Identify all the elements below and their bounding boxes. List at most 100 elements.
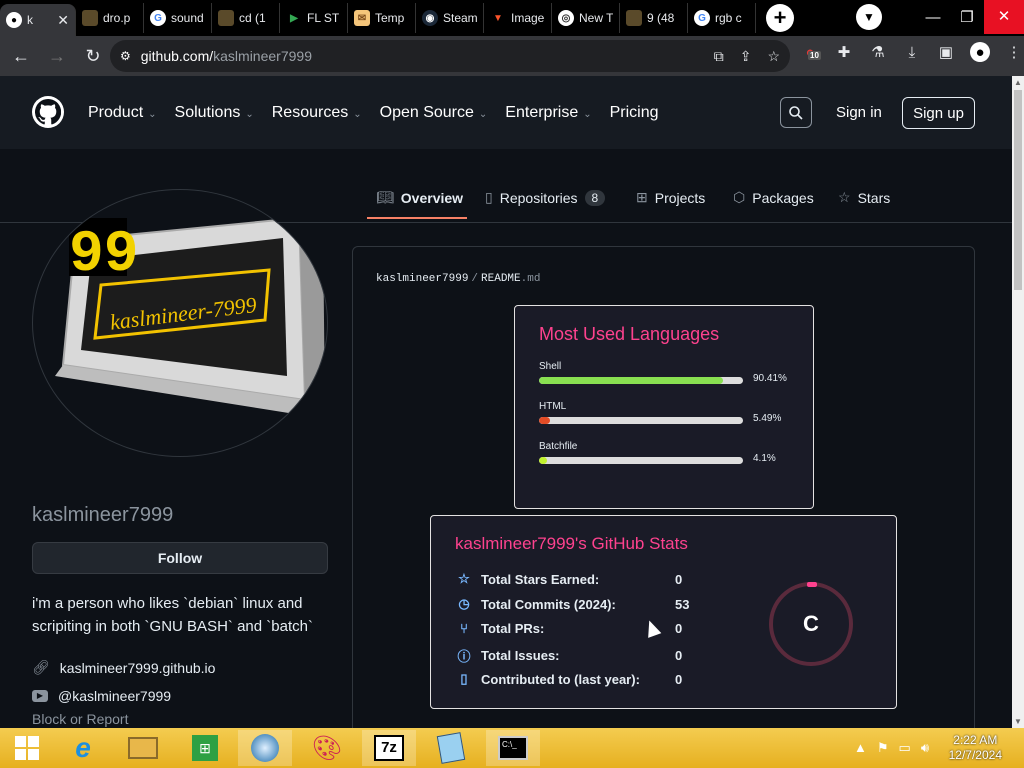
minimize-button[interactable]: — [916,9,950,26]
notepad-icon[interactable] [424,730,478,766]
github-header: Product ⌄ Solutions ⌄ Resources ⌄ Open Sour… [0,76,1012,149]
nav-resources[interactable]: Resources ⌄ [272,104,362,122]
repo-count-badge: 8 [584,189,606,206]
table-icon: ⊞ [636,189,648,205]
clock-time: 2:22 AM [953,733,998,747]
tab-projects[interactable]: ⊞ Projects [636,189,705,206]
download-icon[interactable]: ⤓ [902,42,922,62]
steam-icon: ◉ [422,10,438,26]
tab-8[interactable]: ▼ Image [484,3,552,33]
nav-product[interactable]: Product ⌄ [88,104,157,122]
scroll-down-arrow-icon[interactable]: ▼ [1014,717,1022,726]
paint-icon[interactable]: 🎨︎ [300,730,354,766]
install-icon[interactable]: ⧉ [714,48,724,65]
follow-button[interactable]: Follow [32,542,328,574]
tab-6[interactable]: ✉ Temp [348,3,416,33]
avatar[interactable]: 99 kaslmineer-7999 [32,189,328,457]
readme-file-link[interactable]: README [481,273,521,285]
octocat-icon [35,99,61,125]
url-host: github.com/ [140,48,214,64]
tab-stars[interactable]: ☆ Stars [838,189,890,206]
tab-4[interactable]: cd (1 [212,3,280,33]
tab-3[interactable]: Gsound [144,3,212,33]
nav-open-source[interactable]: Open Source ⌄ [380,104,488,122]
language-percent: 5.49% [753,413,782,424]
tab-7[interactable]: ◉ Steam [416,3,484,33]
terminal-icon[interactable]: C:\_ [486,730,540,766]
site-info-icon[interactable]: ⚙ [120,49,131,63]
youtube-link[interactable]: ▶ @kaslmineer7999 [32,688,171,704]
close-tab-icon[interactable]: ✕ [57,12,69,29]
extension-badge-icon[interactable]: ●10 [800,42,821,62]
stat-row: ◷ Total Commits (2024): 53 [455,596,689,612]
profile-icon[interactable]: ● [970,42,990,62]
tab-github[interactable]: ● k ✕ [0,4,76,36]
language-percent: 90.41% [753,373,787,384]
star-icon: ☆ [838,189,851,205]
language-bar-fill [539,457,548,464]
menu-kebab-icon[interactable]: ⋮ [1004,42,1024,62]
folder-icon [626,10,642,26]
tray-up-arrow-icon[interactable]: ▲ [854,740,867,756]
stat-label: Total Stars Earned: [481,571,600,587]
nav-pricing[interactable]: Pricing [610,104,659,122]
network-icon[interactable]: ▭ [899,740,911,756]
tab-repositories[interactable]: ▯ Repositories 8 [485,189,606,206]
forward-arrow-icon[interactable]: → [42,41,72,71]
tab-5[interactable]: ▶ FL ST [280,3,348,33]
github-logo-icon[interactable] [32,96,64,128]
tab-packages[interactable]: ⬡ Packages [733,189,814,206]
search-button[interactable] [780,97,812,128]
back-arrow-icon[interactable]: ← [6,41,36,71]
scroll-up-arrow-icon[interactable]: ▲ [1014,78,1022,87]
readme-owner-link[interactable]: kaslmineer7999 [376,273,468,285]
internet-explorer-icon[interactable]: e [56,730,110,766]
7zip-icon[interactable]: 7z [362,730,416,766]
path-separator: / [471,273,479,285]
languages-card: Most Used Languages Shell 90.41% HTML 5.49%… [514,305,814,509]
tab-2[interactable]: dro.p [76,3,144,33]
sign-up-button[interactable]: Sign up [902,97,975,129]
nav-enterprise[interactable]: Enterprise ⌄ [505,104,591,122]
share-icon[interactable]: ⇪ [740,48,752,65]
close-window-button[interactable]: ✕ [984,0,1024,34]
tab-search-chevron-icon[interactable]: ▼ [856,4,882,30]
main-nav: Product ⌄ Solutions ⌄ Resources ⌄ Open Sour… [88,76,659,149]
pull-request-icon: ⑂ [460,621,468,636]
tab-title: New T [579,11,613,25]
side-panel-icon[interactable]: ▣ [936,42,956,62]
block-or-report-link[interactable]: Block or Report [32,711,128,727]
nav-label: Resources [271,103,349,121]
tab-label: Stars [857,189,891,206]
file-explorer-icon[interactable] [116,730,170,766]
sign-in-link[interactable]: Sign in [836,104,882,121]
website-link[interactable]: 🔗︎ kaslmineer7999.github.io [32,659,215,676]
address-bar[interactable]: ⚙ github.com/kaslmineer7999 ⧉ ⇪ ☆ [110,40,790,72]
extensions-puzzle-icon[interactable]: ✚ [834,42,854,62]
media-icon[interactable] [238,730,292,766]
avatar-monitor-image: 99 kaslmineer-7999 [55,216,325,414]
taskbar-clock[interactable]: 2:22 AM 12/7/2024 [949,733,1002,763]
new-tab-button[interactable]: + [766,4,794,32]
volume-icon[interactable]: 🔊︎ [921,740,929,756]
tab-title: k [27,13,33,27]
restore-button[interactable]: ❐ [950,8,984,26]
store-icon[interactable]: ⊞ [178,730,232,766]
stat-row: ▯ Contributed to (last year): 0 [455,671,682,687]
tab-11[interactable]: Grgb c [688,3,756,33]
flag-icon[interactable]: ⚑ [877,740,889,756]
scrollbar-thumb[interactable] [1014,90,1022,290]
tab-title: Temp [375,11,405,25]
lab-flask-icon[interactable]: ⚗ [868,42,888,62]
nav-solutions[interactable]: Solutions ⌄ [175,104,254,122]
vertical-scrollbar[interactable]: ▲ ▼ [1012,76,1024,728]
bookmark-star-icon[interactable]: ☆ [767,48,780,65]
language-bar-fill [539,417,551,424]
tab-overview[interactable]: 📖︎ Overview [376,189,463,206]
windows-taskbar: e ⊞ 🎨︎ 7z C:\_ ▲ ⚑ ▭ 🔊︎ 2:22 AM 12/7/202… [0,728,1024,768]
tab-9[interactable]: ◎ New T [552,3,620,33]
start-button[interactable] [0,730,54,766]
tab-10[interactable]: 9 (48 [620,3,688,33]
reload-icon[interactable]: ↻ [78,41,108,71]
nav-label: Enterprise [505,103,579,121]
